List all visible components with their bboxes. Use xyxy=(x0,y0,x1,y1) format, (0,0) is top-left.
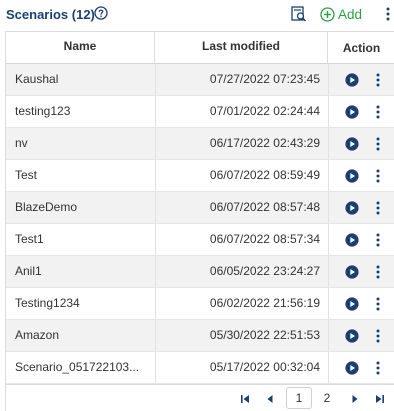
table-row[interactable]: nv 06/17/2022 02:43:29 xyxy=(6,128,394,160)
next-page-icon[interactable] xyxy=(350,394,360,404)
scenario-name[interactable]: Anil1 xyxy=(15,256,150,287)
last-modified-cell: 05/30/2022 22:51:53 xyxy=(209,328,320,342)
row-options-icon[interactable] xyxy=(375,168,381,184)
help-icon[interactable] xyxy=(94,6,108,20)
row-options-icon[interactable] xyxy=(375,136,381,152)
last-modified-cell: 05/17/2022 00:32:04 xyxy=(209,360,320,374)
table-row[interactable]: Test 06/07/2022 08:59:49 xyxy=(6,160,394,192)
scenario-name[interactable]: Kaushal xyxy=(15,64,150,95)
column-header-last-modified[interactable]: Last modified xyxy=(155,32,328,63)
scenario-name[interactable]: Test xyxy=(15,160,150,191)
row-options-icon[interactable] xyxy=(375,264,381,280)
row-options-icon[interactable] xyxy=(375,232,381,248)
search-icon[interactable] xyxy=(290,5,308,23)
column-divider xyxy=(328,64,329,95)
scenario-name[interactable]: Scenario_051722103... xyxy=(15,352,150,383)
scenario-name[interactable]: Amazon xyxy=(15,320,150,351)
last-modified-cell: 06/02/2022 21:56:19 xyxy=(209,296,320,310)
row-options-icon[interactable] xyxy=(375,360,381,376)
add-label: Add xyxy=(338,6,363,22)
table-row[interactable]: Scenario_051722103... 05/17/2022 00:32:04 xyxy=(6,352,394,384)
last-modified-cell: 07/27/2022 07:23:45 xyxy=(209,72,320,86)
last-modified-cell: 06/17/2022 02:43:29 xyxy=(209,136,320,150)
column-divider xyxy=(328,320,329,351)
column-divider xyxy=(328,224,329,255)
run-scenario-icon[interactable] xyxy=(345,297,359,311)
plus-circle-icon xyxy=(320,6,335,22)
row-options-icon[interactable] xyxy=(375,328,381,344)
scenario-name[interactable]: nv xyxy=(15,128,150,159)
pagination: 1 2 xyxy=(6,384,394,411)
column-divider xyxy=(328,96,329,127)
last-modified-cell: 06/05/2022 23:24:27 xyxy=(209,264,320,278)
last-modified-cell: 06/07/2022 08:59:49 xyxy=(209,168,320,182)
page-1-button[interactable]: 1 xyxy=(286,387,312,409)
column-header-action: Action xyxy=(342,41,381,55)
run-scenario-icon[interactable] xyxy=(345,73,359,87)
table-row[interactable]: Kaushal 07/27/2022 07:23:45 xyxy=(6,64,394,96)
row-options-icon[interactable] xyxy=(375,104,381,120)
scenarios-table: Name Last modified Action Kaushal 07/27/2… xyxy=(5,31,394,411)
row-options-icon[interactable] xyxy=(375,296,381,312)
scenario-name[interactable]: testing123 xyxy=(15,96,150,127)
run-scenario-icon[interactable] xyxy=(345,169,359,183)
table-row[interactable]: Test1 06/07/2022 08:57:34 xyxy=(6,224,394,256)
last-page-icon[interactable] xyxy=(375,394,385,404)
row-options-icon[interactable] xyxy=(375,200,381,216)
column-header-name[interactable]: Name xyxy=(6,32,155,63)
prev-page-icon[interactable] xyxy=(265,394,275,404)
table-header: Name Last modified Action xyxy=(6,32,394,64)
more-options-icon[interactable] xyxy=(384,6,392,22)
table-row[interactable]: Amazon 05/30/2022 22:51:53 xyxy=(6,320,394,352)
table-row[interactable]: Testing1234 06/02/2022 21:56:19 xyxy=(6,288,394,320)
row-options-icon[interactable] xyxy=(375,72,381,88)
table-row[interactable]: testing123 07/01/2022 02:24:44 xyxy=(6,96,394,128)
scenario-name[interactable]: BlazeDemo xyxy=(15,192,150,223)
run-scenario-icon[interactable] xyxy=(345,361,359,375)
run-scenario-icon[interactable] xyxy=(345,233,359,247)
last-modified-cell: 06/07/2022 08:57:34 xyxy=(209,232,320,246)
column-divider xyxy=(328,288,329,319)
run-scenario-icon[interactable] xyxy=(345,329,359,343)
first-page-icon[interactable] xyxy=(240,394,250,404)
scenario-name[interactable]: Testing1234 xyxy=(15,288,150,319)
column-divider xyxy=(328,192,329,223)
last-modified-cell: 06/07/2022 08:57:48 xyxy=(209,200,320,214)
run-scenario-icon[interactable] xyxy=(345,265,359,279)
run-scenario-icon[interactable] xyxy=(345,137,359,151)
table-row[interactable]: BlazeDemo 06/07/2022 08:57:48 xyxy=(6,192,394,224)
column-divider xyxy=(328,352,329,383)
run-scenario-icon[interactable] xyxy=(345,201,359,215)
column-divider xyxy=(328,128,329,159)
column-divider xyxy=(328,256,329,287)
last-modified-cell: 07/01/2022 02:24:44 xyxy=(209,104,320,118)
page-2-button[interactable]: 2 xyxy=(317,387,337,409)
scenario-name[interactable]: Test1 xyxy=(15,224,150,255)
table-row[interactable]: Anil1 06/05/2022 23:24:27 xyxy=(6,256,394,288)
run-scenario-icon[interactable] xyxy=(345,105,359,119)
column-divider xyxy=(328,160,329,191)
page-title: Scenarios (12) xyxy=(6,7,95,22)
scenarios-header: Scenarios (12) Add xyxy=(0,0,394,30)
add-scenario-button[interactable]: Add xyxy=(320,5,362,23)
